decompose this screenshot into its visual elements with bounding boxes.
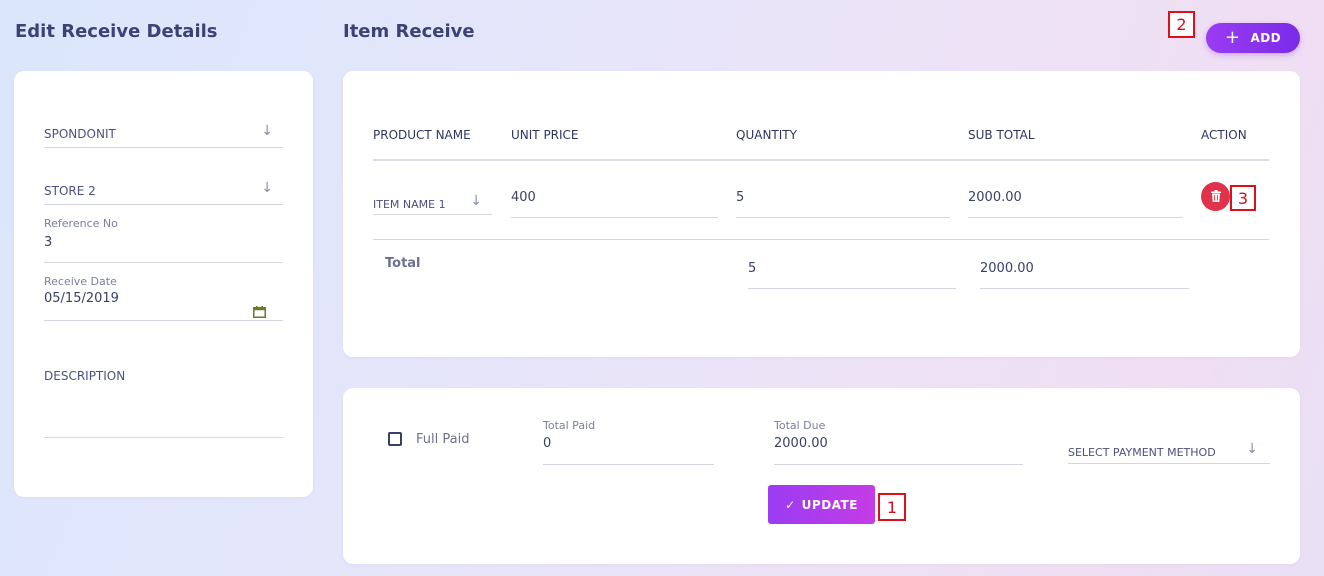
supplier-select[interactable]: SPONDONIT ↓	[44, 123, 283, 148]
total-sub-total-field: 2000.00	[980, 258, 1189, 289]
receive-date-value: 05/15/2019	[44, 291, 119, 306]
annotation-box-2: 2	[1168, 11, 1195, 38]
col-header-sub-total: SUB TOTAL	[968, 128, 1035, 142]
unit-price-input[interactable]: 400	[511, 187, 718, 218]
edit-receive-details-title: Edit Receive Details	[15, 21, 218, 42]
reference-no-field[interactable]: Reference No 3	[44, 217, 283, 263]
update-button[interactable]: ✓ UPDATE	[768, 485, 875, 524]
product-select-value: ITEM NAME 1	[373, 198, 446, 211]
reference-no-value: 3	[44, 235, 53, 250]
receive-date-label: Receive Date	[44, 275, 117, 288]
annotation-box-3: 3	[1230, 185, 1256, 211]
quantity-value: 5	[736, 190, 745, 205]
full-paid-label: Full Paid	[416, 432, 470, 447]
calendar-icon[interactable]	[253, 303, 266, 322]
description-label: DESCRIPTION	[44, 369, 126, 383]
payment-method-value: SELECT PAYMENT METHOD	[1068, 446, 1216, 459]
store-select-value: STORE 2	[44, 184, 96, 198]
col-header-unit-price: UNIT PRICE	[511, 128, 579, 142]
sub-total-input[interactable]: 2000.00	[968, 187, 1183, 218]
total-label: Total	[385, 256, 421, 271]
trash-icon	[1210, 187, 1221, 206]
arrow-down-icon: ↓	[261, 180, 273, 196]
update-button-label: UPDATE	[801, 497, 858, 512]
full-paid-checkbox[interactable]	[388, 432, 402, 446]
payment-card: Full Paid Total Paid 0 Total Due 2000.00…	[343, 388, 1300, 564]
arrow-down-icon: ↓	[261, 123, 273, 139]
total-sub-total-value: 2000.00	[980, 261, 1034, 276]
total-quantity-value: 5	[748, 261, 757, 276]
total-paid-value: 0	[543, 436, 552, 451]
arrow-down-icon: ↓	[1246, 441, 1258, 457]
check-icon: ✓	[785, 497, 796, 512]
store-select[interactable]: STORE 2 ↓	[44, 180, 283, 205]
sub-total-value: 2000.00	[968, 190, 1022, 205]
col-header-quantity: QUANTITY	[736, 128, 797, 142]
unit-price-value: 400	[511, 190, 536, 205]
reference-no-label: Reference No	[44, 217, 118, 230]
receive-date-field[interactable]: Receive Date 05/15/2019	[44, 275, 283, 321]
col-header-action: ACTION	[1201, 128, 1247, 142]
total-paid-label: Total Paid	[543, 419, 596, 432]
row-divider	[373, 239, 1269, 240]
description-field[interactable]: DESCRIPTION	[44, 369, 283, 438]
product-select[interactable]: ITEM NAME 1 ↓	[373, 193, 492, 215]
total-quantity-field: 5	[748, 258, 956, 289]
payment-method-select[interactable]: SELECT PAYMENT METHOD ↓	[1068, 441, 1270, 464]
add-button-label: ADD	[1250, 31, 1282, 45]
item-receive-title: Item Receive	[343, 21, 475, 42]
total-paid-field[interactable]: Total Paid 0	[543, 418, 714, 465]
annotation-box-1: 1	[878, 493, 906, 521]
col-header-product-name: PRODUCT NAME	[373, 128, 471, 142]
quantity-input[interactable]: 5	[736, 187, 950, 218]
plus-icon: +	[1224, 27, 1241, 48]
receive-details-card: SPONDONIT ↓ STORE 2 ↓ Reference No 3 Rec…	[14, 71, 313, 497]
total-due-value: 2000.00	[774, 436, 828, 451]
add-button[interactable]: + ADD	[1206, 23, 1300, 53]
items-table-card: PRODUCT NAME UNIT PRICE QUANTITY SUB TOT…	[343, 71, 1300, 357]
delete-row-button[interactable]	[1201, 182, 1230, 211]
header-divider	[373, 159, 1269, 161]
supplier-select-value: SPONDONIT	[44, 127, 116, 141]
total-due-field[interactable]: Total Due 2000.00	[774, 418, 1023, 465]
arrow-down-icon: ↓	[470, 193, 482, 209]
total-due-label: Total Due	[774, 419, 826, 432]
